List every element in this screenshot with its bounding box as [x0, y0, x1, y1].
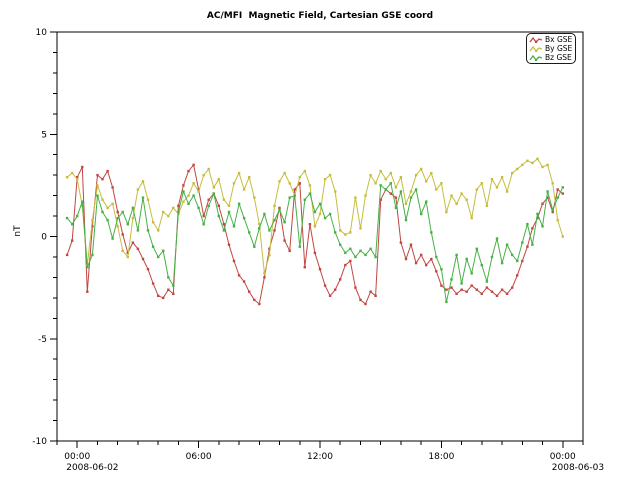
legend-entry-bx-gse: Bx GSE [529, 35, 572, 44]
legend-label: By GSE [545, 44, 572, 53]
series-bz-gse [66, 182, 564, 303]
legend-entry-by-gse: By GSE [529, 44, 572, 53]
legend-line-sample-icon [529, 45, 543, 53]
y-tick-label: -10 [32, 437, 47, 447]
plot-svg: 1050-5-1000:002008-06-0206:0012:0018:000… [0, 0, 640, 480]
y-tick-label: 10 [36, 28, 48, 38]
y-tick-label: -5 [38, 335, 47, 345]
x-tick-date-label: 2008-06-03 [552, 463, 604, 473]
x-tick-label: 06:00 [186, 452, 212, 462]
x-tick-label: 00:00 [550, 452, 576, 462]
legend-label: Bx GSE [545, 35, 572, 44]
y-tick-label: 5 [41, 130, 47, 140]
legend-line-sample-icon [529, 36, 543, 44]
legend-line-sample-icon [529, 54, 543, 62]
x-tick-label: 00:00 [64, 452, 90, 462]
x-tick-label: 18:00 [428, 452, 454, 462]
legend-entry-bz-gse: Bz GSE [529, 53, 572, 62]
x-tick-label: 12:00 [307, 452, 333, 462]
y-tick-label: 0 [41, 233, 47, 243]
legend: Bx GSEBy GSEBz GSE [526, 33, 576, 64]
legend-label: Bz GSE [545, 53, 572, 62]
x-tick-date-label: 2008-06-02 [66, 463, 118, 473]
magnetic-field-chart: AC/MFI Magnetic Field, Cartesian GSE coo… [0, 0, 640, 480]
